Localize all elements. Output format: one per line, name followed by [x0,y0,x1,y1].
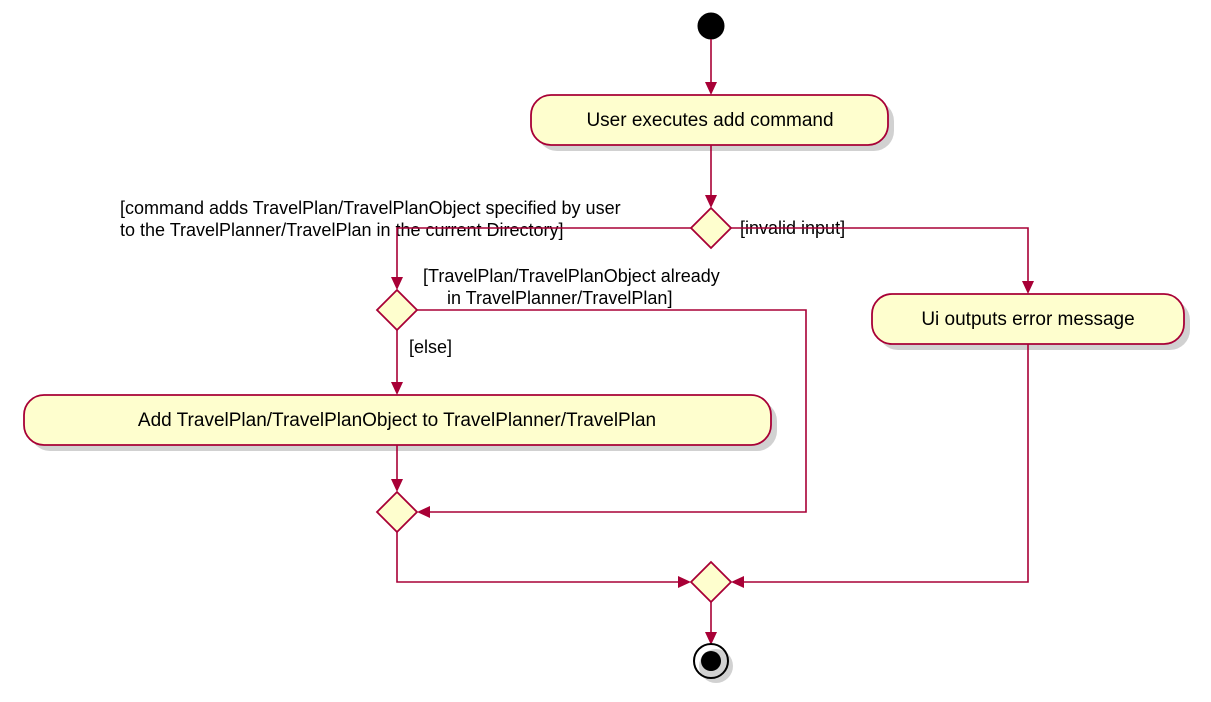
guard-valid-line2: to the TravelPlanner/TravelPlan in the c… [120,220,564,240]
activity-label: Ui outputs error message [921,309,1134,330]
guard-else: [else] [409,337,452,357]
activity-label: Add TravelPlan/TravelPlanObject to Trave… [138,410,656,431]
guard-valid-line1: [command adds TravelPlan/TravelPlanObjec… [120,198,621,218]
guard-already-line1: [TravelPlan/TravelPlanObject already [423,266,720,286]
decision-valid-input [691,208,731,248]
guard-already-line2: in TravelPlanner/TravelPlan] [447,288,672,308]
activity-label: User executes add command [586,110,833,131]
merge-after-add [377,492,417,532]
initial-node [698,13,724,39]
decision-already-exists [377,290,417,330]
merge-final [691,562,731,602]
activity-diagram: User executes add command [invalid input… [0,0,1211,702]
